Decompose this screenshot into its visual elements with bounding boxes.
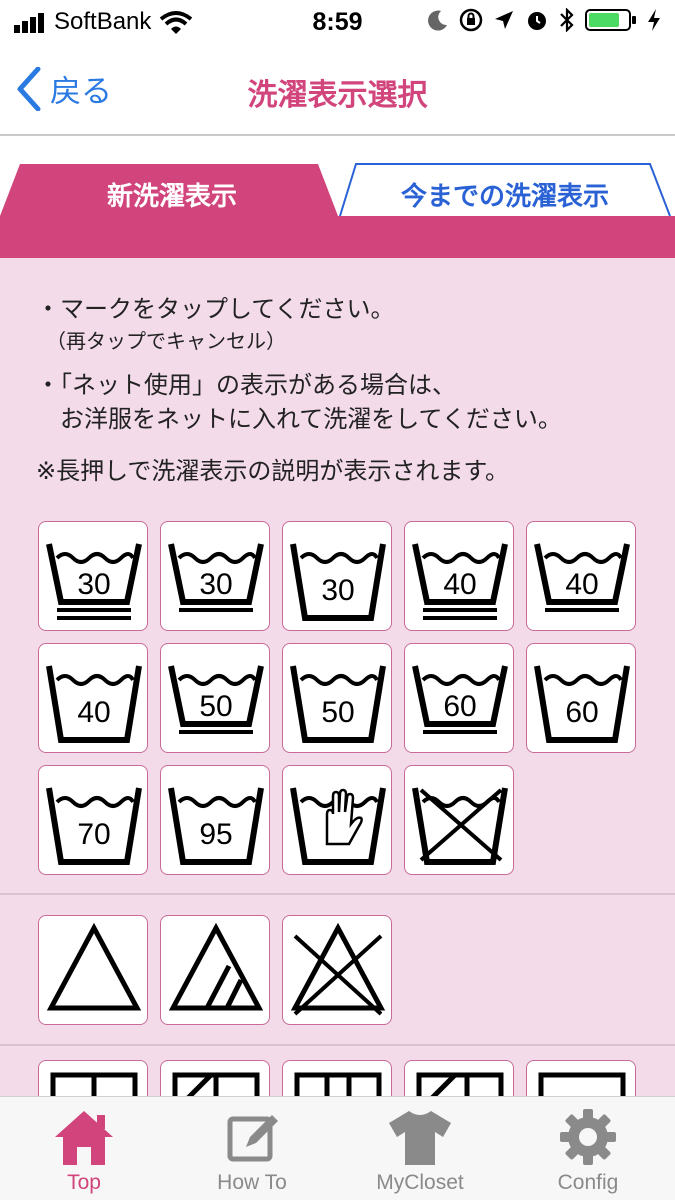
oxygen-bleach-only-icon	[168, 922, 264, 1011]
symbol-button[interactable]: 50	[282, 643, 392, 753]
do-not-bleach-icon	[290, 922, 386, 1016]
tab-new-laundry-symbols[interactable]: 新洗濯表示	[22, 176, 322, 213]
svg-text:60: 60	[565, 696, 598, 729]
instruction-long-press: ※長押しで洗濯表示の説明が表示されます。	[36, 457, 509, 485]
gear-icon	[560, 1109, 616, 1165]
tab-bar-item-config[interactable]: Config	[504, 1097, 672, 1200]
wash-tub-icon: 70	[46, 787, 142, 865]
edit-icon	[227, 1115, 278, 1162]
svg-text:60: 60	[443, 690, 476, 723]
hand-wash-icon	[290, 787, 386, 865]
tab-bar-item-how-to[interactable]: How To	[168, 1097, 336, 1200]
wash-tub-icon: 50	[168, 665, 264, 734]
battery-icon	[585, 9, 636, 31]
symbol-button[interactable]: 50	[160, 643, 270, 753]
wash-tub-icon: 40	[46, 665, 142, 743]
symbol-button[interactable]	[404, 765, 514, 875]
symbol-button[interactable]: 40	[526, 521, 636, 631]
bottom-tab-bar: Top How To MyCloset Config	[0, 1096, 675, 1200]
section-divider	[0, 1044, 675, 1046]
tab-bar-item-top[interactable]: Top	[0, 1097, 168, 1200]
flat-dry-icon	[538, 1072, 626, 1096]
tab-bar-label: Top	[67, 1171, 101, 1194]
tab-strip	[0, 216, 675, 258]
symbol-button[interactable]: 60	[526, 643, 636, 753]
symbol-button[interactable]: 30	[282, 521, 392, 631]
symbol-button[interactable]	[160, 1060, 270, 1096]
line-dry-icon	[50, 1072, 138, 1096]
symbol-list[interactable]: ・マークをタップしてください。 （再タップでキャンセル） ・「ネット使用」の表示…	[0, 258, 675, 1096]
instructions: ・マークをタップしてください。 （再タップでキャンセル） ・「ネット使用」の表示…	[36, 292, 562, 488]
svg-text:95: 95	[199, 818, 232, 851]
symbol-button[interactable]	[38, 1060, 148, 1096]
wash-tub-icon: 30	[46, 543, 142, 620]
status-icons	[427, 8, 661, 32]
symbol-button[interactable]: 30	[160, 521, 270, 631]
svg-text:50: 50	[321, 696, 354, 729]
svg-text:30: 30	[199, 568, 232, 601]
svg-text:40: 40	[77, 696, 110, 729]
symbol-button[interactable]	[282, 765, 392, 875]
wash-tub-icon: 60	[534, 665, 630, 743]
svg-text:30: 30	[77, 568, 110, 601]
page-title: 洗濯表示選択	[247, 78, 428, 113]
segment-tabs: 新洗濯表示 今までの洗濯表示	[0, 138, 675, 258]
symbol-button[interactable]	[282, 1060, 392, 1096]
wash-tub-icon: 40	[412, 543, 508, 620]
drip-dry-icon	[294, 1072, 382, 1096]
symbol-button[interactable]: 30	[38, 521, 148, 631]
wash-tub-icon: 30	[168, 543, 264, 612]
svg-text:50: 50	[199, 690, 232, 723]
line-dry-shade-icon	[172, 1072, 260, 1096]
symbol-button[interactable]	[160, 915, 270, 1025]
wash-tub-icon: 95	[168, 787, 264, 865]
wash-tub-icon: 60	[412, 665, 508, 734]
svg-text:30: 30	[321, 574, 354, 607]
tab-bar-label: MyCloset	[376, 1171, 464, 1194]
alarm-icon	[528, 12, 546, 30]
wash-tub-icon: 30	[290, 543, 386, 621]
tab-bar-item-mycloset[interactable]: MyCloset	[336, 1097, 504, 1200]
symbol-button[interactable]: 60	[404, 643, 514, 753]
charging-icon	[648, 9, 660, 31]
location-icon	[495, 11, 513, 29]
symbol-button[interactable]	[404, 1060, 514, 1096]
drip-dry-shade-icon	[416, 1072, 504, 1096]
symbol-button[interactable]	[526, 1060, 636, 1096]
svg-text:70: 70	[77, 818, 110, 851]
svg-text:40: 40	[443, 568, 476, 601]
symbol-button[interactable]	[38, 915, 148, 1025]
wash-tub-icon: 50	[290, 665, 386, 743]
bleach-allowed-icon	[46, 922, 142, 1011]
tab-bar-label: Config	[557, 1171, 619, 1194]
section-divider	[0, 893, 675, 895]
symbol-button[interactable]: 95	[160, 765, 270, 875]
do-not-wash-icon	[412, 787, 508, 865]
wash-tub-icon: 40	[534, 543, 630, 612]
bluetooth-icon	[560, 8, 574, 32]
home-icon	[55, 1111, 113, 1165]
status-bar: SoftBank 8:59	[0, 0, 675, 44]
symbol-button[interactable]: 40	[38, 643, 148, 753]
navigation-bar: 戻る 洗濯表示選択	[0, 44, 675, 136]
tshirt-icon	[389, 1111, 451, 1165]
tab-bar-label: How To	[217, 1171, 287, 1194]
symbol-button[interactable]	[282, 915, 392, 1025]
moon-icon	[428, 10, 447, 31]
symbol-button[interactable]: 40	[404, 521, 514, 631]
symbol-button[interactable]: 70	[38, 765, 148, 875]
instruction-net: ・「ネット使用」の表示がある場合は、	[36, 371, 456, 399]
instruction-net-cont: お洋服をネットに入れて洗濯をしてください。	[36, 405, 562, 433]
tab-old-laundry-symbols[interactable]: 今までの洗濯表示	[350, 176, 660, 213]
svg-text:40: 40	[565, 568, 598, 601]
rotation-lock-icon	[459, 8, 483, 32]
instruction-tap: ・マークをタップしてください。	[36, 295, 395, 323]
instruction-tap-sub: （再タップでキャンセル）	[46, 329, 286, 353]
